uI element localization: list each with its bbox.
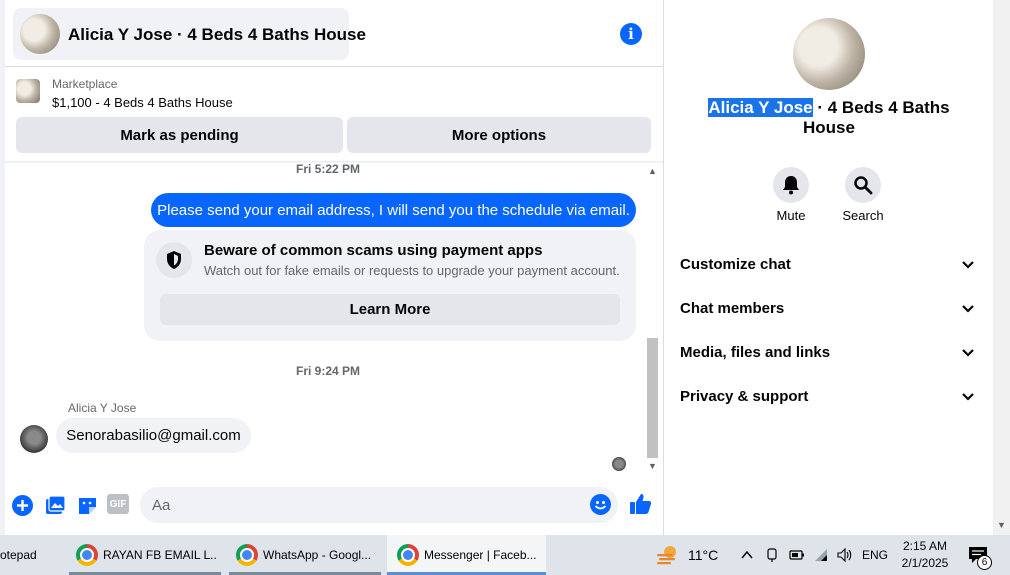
info-icon[interactable]: i [620, 23, 642, 45]
chat-avatar[interactable] [20, 14, 60, 54]
chrome-icon [236, 544, 258, 566]
bell-icon [783, 176, 799, 195]
chat-title[interactable]: Alicia Y Jose · 4 Beds 4 Baths House [68, 25, 366, 45]
taskbar-item-rayan-fb[interactable]: RAYAN FB EMAIL L... [76, 535, 216, 575]
notification-count-badge: 6 [977, 555, 992, 570]
chrome-icon [76, 544, 98, 566]
header-divider [5, 66, 663, 67]
taskbar-item-label: WhatsApp - Googl... [263, 548, 372, 562]
received-message-bubble[interactable]: Senorabasilio@gmail.com [56, 418, 251, 453]
selected-name-text: Alicia Y Jose [708, 98, 813, 117]
plus-icon[interactable] [11, 494, 33, 516]
timestamp: Fri 9:24 PM [296, 364, 361, 378]
taskbar-item-notepad[interactable]: otepad [0, 535, 60, 575]
profile-avatar[interactable] [793, 18, 865, 90]
chevron-down-icon[interactable] [960, 389, 976, 405]
search-label: Search [842, 208, 884, 223]
search-button[interactable] [845, 167, 881, 203]
window-edge [0, 0, 5, 535]
seen-receipt-avatar [612, 457, 626, 471]
sender-avatar[interactable] [20, 425, 48, 453]
chrome-icon [397, 544, 419, 566]
listing-thumbnail[interactable] [16, 79, 40, 103]
search-icon [854, 176, 873, 195]
listing-title[interactable]: $1,100 - 4 Beds 4 Baths House [52, 95, 233, 110]
marketplace-label: Marketplace [52, 77, 118, 91]
mark-as-pending-button[interactable]: Mark as pending [16, 117, 343, 153]
chevron-down-icon[interactable] [960, 345, 976, 361]
battery-icon[interactable] [789, 548, 805, 567]
warning-title: Beware of common scams using payment app… [204, 242, 543, 259]
learn-more-button[interactable]: Learn More [160, 294, 620, 325]
meet-now-icon[interactable] [765, 547, 781, 568]
sender-name: Alicia Y Jose [68, 401, 137, 415]
scroll-up-arrow[interactable]: ▲ [648, 166, 657, 176]
wifi-icon[interactable] [813, 547, 829, 568]
window-scroll-down-arrow[interactable]: ▼ [997, 520, 1006, 530]
sticker-icon[interactable] [76, 494, 98, 516]
taskbar-item-label: RAYAN FB EMAIL L... [103, 548, 216, 562]
profile-name: Alicia Y Jose · 4 Beds 4 Baths House [690, 98, 968, 138]
mute-label: Mute [776, 208, 806, 223]
photo-icon[interactable] [44, 494, 66, 516]
taskbar-item-label: otepad [0, 548, 37, 562]
timestamp: Fri 5:22 PM [296, 162, 361, 176]
shield-icon [156, 242, 192, 278]
gif-icon[interactable]: GIF [107, 494, 129, 514]
temperature[interactable]: 11°C [688, 535, 718, 575]
taskbar-item-label: Messenger | Faceb... [424, 548, 537, 562]
scroll-down-arrow[interactable]: ▼ [648, 461, 657, 471]
like-icon[interactable] [629, 492, 653, 521]
customize-chat-section[interactable]: Customize chat [680, 256, 791, 273]
media-files-links-section[interactable]: Media, files and links [680, 344, 830, 361]
weather-icon[interactable] [656, 544, 680, 571]
chevron-down-icon[interactable] [960, 301, 976, 317]
language-indicator[interactable]: ENG [862, 535, 888, 575]
more-options-button[interactable]: More options [347, 117, 651, 153]
message-input[interactable] [140, 487, 618, 523]
taskbar-item-messenger[interactable]: Messenger | Faceb... [397, 535, 542, 575]
clock-date: 2/1/2025 [901, 556, 949, 570]
taskbar-item-whatsapp[interactable]: WhatsApp - Googl... [236, 535, 381, 575]
chat-members-section[interactable]: Chat members [680, 300, 784, 317]
profile-name-rest: · 4 Beds 4 Baths House [803, 98, 950, 137]
chevron-up-icon[interactable] [740, 548, 754, 567]
chat-scrollbar-thumb[interactable] [647, 338, 658, 458]
message-input-placeholder: Aa [152, 497, 171, 514]
sent-message-bubble[interactable]: Please send your email address, I will s… [151, 193, 636, 227]
emoji-icon[interactable] [590, 494, 611, 520]
clock-time: 2:15 AM [902, 539, 948, 553]
window-scrollbar[interactable] [993, 0, 1010, 535]
panel-divider [663, 0, 664, 535]
privacy-support-section[interactable]: Privacy & support [680, 388, 808, 405]
clock[interactable]: 2:15 AM 2/1/2025 [900, 538, 950, 572]
chevron-down-icon[interactable] [960, 257, 976, 273]
warning-subtitle: Watch out for fake emails or requests to… [204, 263, 620, 278]
volume-icon[interactable] [836, 547, 854, 568]
mute-button[interactable] [773, 167, 809, 203]
